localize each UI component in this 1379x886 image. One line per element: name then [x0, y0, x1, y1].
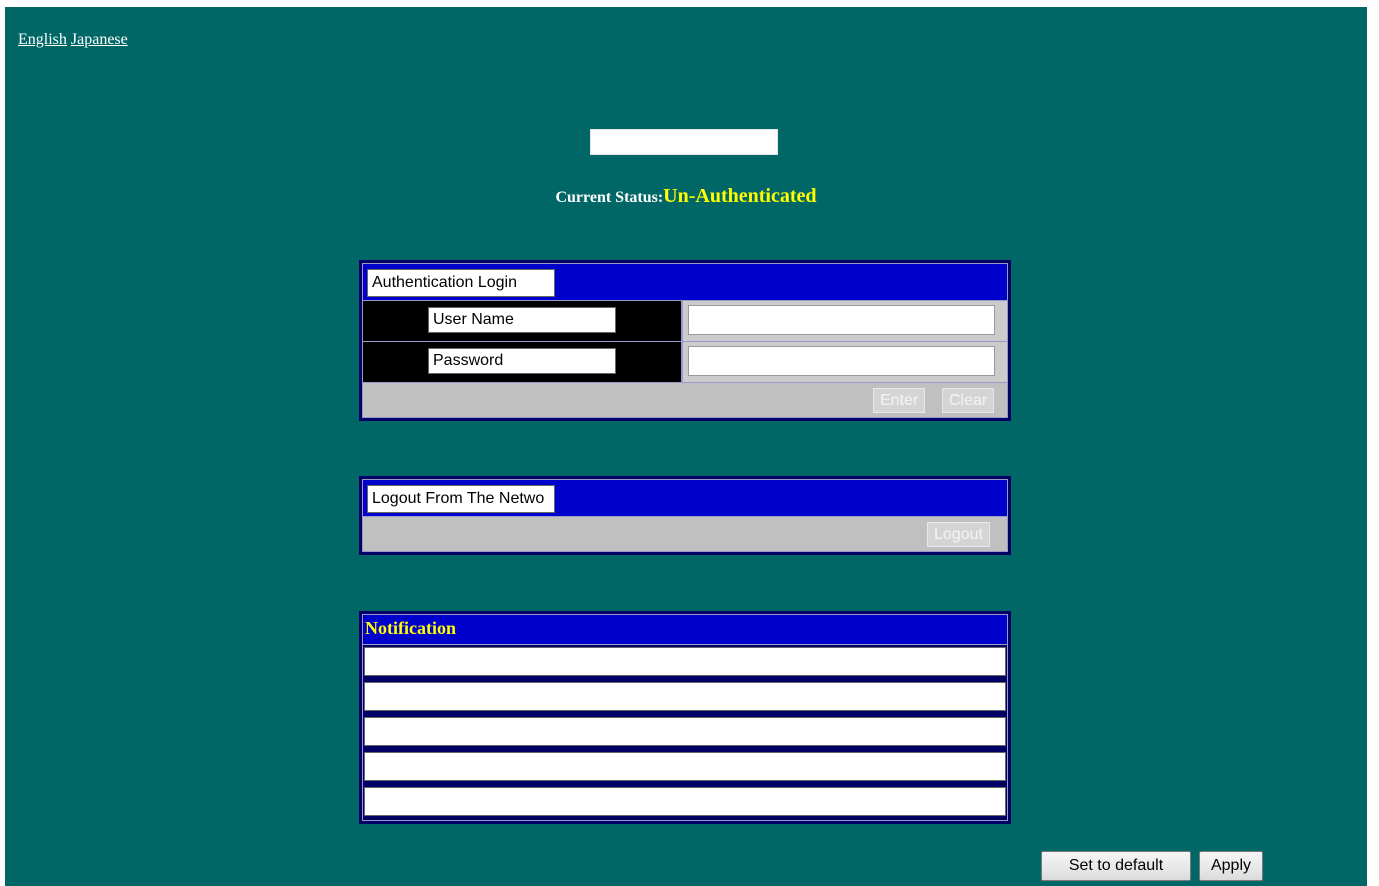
- username-row: User Name: [363, 301, 1007, 342]
- notification-line: [364, 717, 1006, 746]
- current-status: Current Status:Un-Authenticated: [5, 185, 1367, 208]
- enter-button[interactable]: Enter: [873, 388, 926, 413]
- password-row: Password: [363, 342, 1007, 383]
- logout-button[interactable]: Logout: [927, 522, 990, 547]
- auth-button-row: Enter Clear: [363, 383, 1007, 417]
- notification-header: Notification: [363, 615, 1007, 645]
- japanese-link[interactable]: Japanese: [71, 31, 128, 48]
- notification-line: [364, 647, 1006, 676]
- auth-panel: Authentication Login User Name Password …: [359, 260, 1011, 421]
- auth-panel-header: Authentication Login: [363, 264, 1007, 301]
- status-value: Un-Authenticated: [663, 185, 817, 207]
- clear-button[interactable]: Clear: [942, 388, 995, 413]
- username-input[interactable]: [688, 305, 995, 335]
- language-links: English Japanese: [18, 31, 128, 49]
- apply-button[interactable]: Apply: [1199, 851, 1263, 881]
- notification-line: [364, 752, 1006, 781]
- logout-panel-title: Logout From The Netwo: [367, 485, 555, 513]
- notification-panel: Notification: [359, 611, 1011, 824]
- username-label: User Name: [428, 307, 616, 333]
- password-label: Password: [428, 348, 616, 374]
- english-link[interactable]: English: [18, 31, 67, 48]
- logout-panel-header: Logout From The Netwo: [363, 480, 1007, 517]
- status-label: Current Status:: [555, 189, 664, 206]
- logout-panel: Logout From The Netwo Logout: [359, 476, 1011, 555]
- logout-button-row: Logout: [363, 517, 1007, 551]
- page-body: English Japanese Current Status:Un-Authe…: [5, 7, 1367, 886]
- auth-panel-title: Authentication Login: [367, 269, 555, 297]
- set-to-default-button[interactable]: Set to default: [1041, 851, 1191, 881]
- notification-line: [364, 682, 1006, 711]
- blank-top-field: [590, 129, 778, 155]
- notification-line: [364, 787, 1006, 816]
- password-input[interactable]: [688, 346, 995, 376]
